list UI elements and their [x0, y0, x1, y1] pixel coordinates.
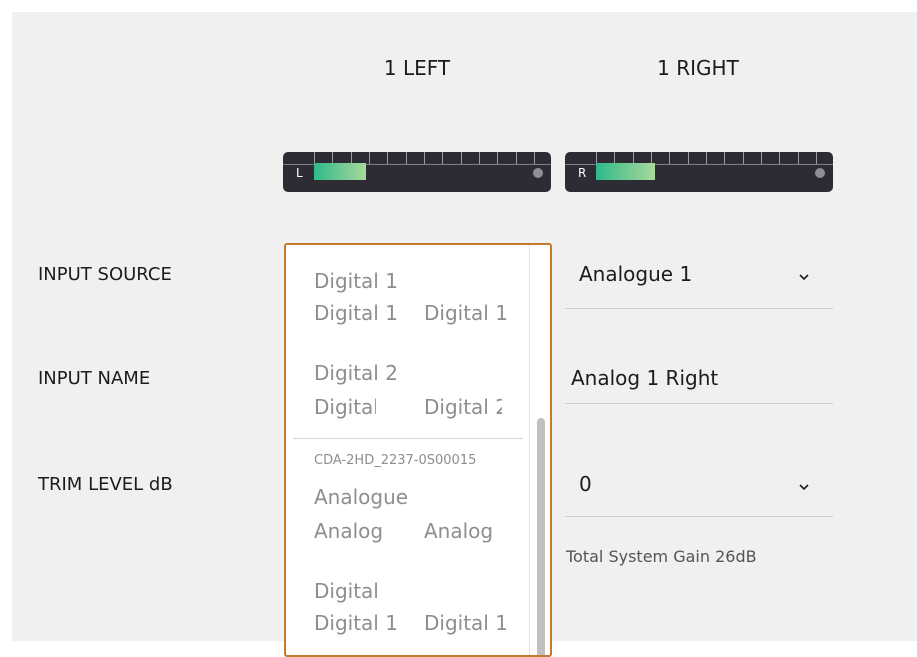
option-title: Digital 2: [314, 361, 398, 385]
option-sub: Analog: [314, 519, 384, 543]
chevron-down-icon: [799, 274, 809, 281]
option-sub: Analog: [424, 519, 494, 543]
trim-level-select-right[interactable]: 0: [565, 455, 833, 517]
dropdown-divider: [293, 438, 523, 439]
scrollbar-thumb[interactable]: [537, 418, 545, 655]
input-name-field-right[interactable]: Analog 1 Right: [565, 350, 833, 404]
option-title: Digital: [314, 579, 379, 603]
option-title: Analogue: [314, 485, 409, 509]
meter-tick: [816, 152, 817, 164]
option-sub: Digital 1: [314, 301, 398, 325]
dropdown-scrollbar[interactable]: [529, 245, 550, 655]
meter-tick: [405, 152, 407, 164]
option-sub: Digital 2: [314, 395, 376, 419]
input-source-dropdown-left[interactable]: Digital 1 Digital 1 Digital 1 Digital 2 …: [284, 243, 552, 657]
input-source-value: Analogue 1: [579, 262, 693, 286]
dropdown-group-label: CDA-2HD_2237-0S00015: [314, 453, 477, 468]
meter-tick: [497, 152, 499, 164]
meter-channel-label: L: [296, 166, 303, 180]
meter-tick: [369, 152, 370, 164]
total-system-gain-note: Total System Gain 26dB: [566, 547, 757, 566]
meter-tick: [724, 152, 726, 164]
meter-tick: [742, 152, 744, 164]
level-meter-left: L: [283, 152, 551, 192]
trim-level-label: TRIM LEVEL dB: [38, 474, 173, 495]
meter-clip-indicator: [815, 168, 825, 178]
meter-tick: [479, 152, 480, 164]
meter-clip-indicator: [533, 168, 543, 178]
meter-tick: [687, 152, 689, 164]
input-source-select-right[interactable]: Analogue 1: [565, 244, 833, 309]
trim-level-value: 0: [579, 472, 592, 496]
meter-tick: [534, 152, 535, 164]
meter-level-bar: [596, 163, 655, 180]
meter-tick: [779, 152, 781, 164]
meter-level-bar: [314, 163, 366, 180]
meter-tick: [424, 152, 425, 164]
meter-tick: [761, 152, 762, 164]
option-sub: Digital 1: [314, 611, 398, 635]
column-header-right: 1 RIGHT: [657, 56, 739, 80]
input-name-label: INPUT NAME: [38, 368, 151, 389]
meter-channel-label: R: [578, 166, 587, 180]
option-sub: Digital 2: [424, 395, 502, 419]
column-header-left: 1 LEFT: [383, 56, 451, 80]
meter-tick: [706, 152, 707, 164]
meter-tick: [669, 152, 671, 164]
input-source-label: INPUT SOURCE: [38, 264, 172, 285]
chevron-down-icon: [799, 484, 809, 491]
meter-tick: [442, 152, 444, 164]
meter-tick: [387, 152, 389, 164]
option-title: Digital 1: [314, 269, 398, 293]
input-name-value: Analog 1 Right: [571, 366, 719, 390]
option-sub: Digital 1: [424, 301, 508, 325]
option-sub: Digital 1: [424, 611, 508, 635]
meter-tick: [797, 152, 799, 164]
meter-tick: [460, 152, 462, 164]
level-meter-right: R: [565, 152, 833, 192]
meter-tick: [515, 152, 517, 164]
